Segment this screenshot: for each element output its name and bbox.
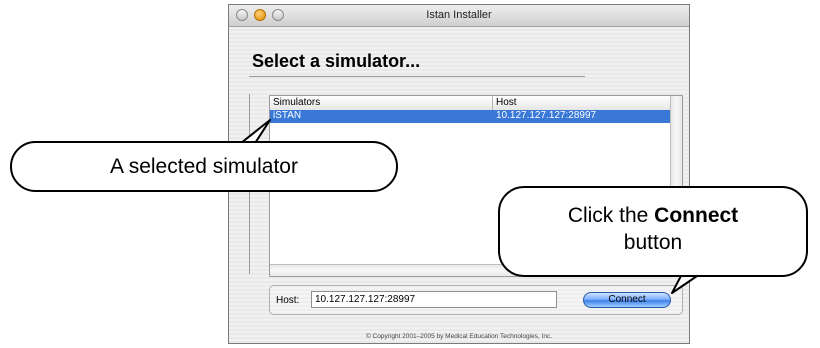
connect-callout-prefix: Click the [567, 204, 655, 227]
table-row-selected[interactable]: iSTAN 10.127.127.127:28997 [270, 110, 670, 123]
row-simulator-name: iSTAN [273, 110, 302, 121]
column-header-host[interactable]: Host [496, 97, 517, 108]
host-input[interactable] [311, 291, 557, 308]
title-bar[interactable]: Istan Installer [229, 5, 689, 27]
list-header: Simulators Host [270, 96, 670, 111]
column-divider [492, 96, 493, 110]
window-title: Istan Installer [426, 9, 492, 21]
host-group: Host: Connect [269, 285, 683, 315]
connect-callout-bold: Connect [654, 204, 739, 227]
column-header-simulators[interactable]: Simulators [273, 97, 320, 108]
heading-divider [249, 76, 585, 77]
row-host: 10.127.127.127:28997 [496, 110, 597, 121]
page-heading: Select a simulator... [252, 51, 421, 71]
connect-callout: Click the Connect button [498, 186, 808, 277]
selected-simulator-callout-text: A selected simulator [110, 155, 298, 178]
connect-callout-suffix: button [623, 231, 683, 254]
selected-simulator-callout: A selected simulator [10, 141, 398, 192]
host-label: Host: [276, 295, 300, 306]
connect-button[interactable]: Connect [583, 292, 671, 308]
copyright-text: © Copyright 2001–2005 by Medical Educati… [365, 333, 553, 340]
